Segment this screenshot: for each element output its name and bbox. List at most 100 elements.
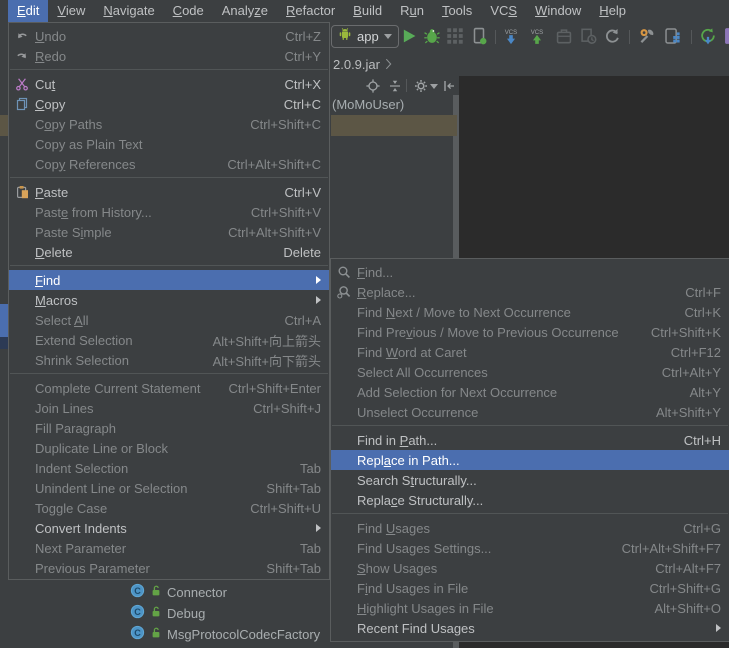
menubar-item-run[interactable]: Run (391, 0, 433, 22)
menu-item-find[interactable]: Find (9, 270, 329, 290)
menu-item-cut[interactable]: CutCtrl+X (9, 74, 329, 94)
menubar-item-build[interactable]: Build (344, 0, 391, 22)
menu-item-copy-as-plain-text[interactable]: Copy as Plain Text (9, 134, 329, 154)
menu-item-previous-parameter[interactable]: Previous ParameterShift+Tab (9, 558, 329, 578)
run-config-label: app (357, 29, 379, 44)
menu-icon-slot (335, 324, 353, 340)
menu-item-toggle-case[interactable]: Toggle CaseCtrl+Shift+U (9, 498, 329, 518)
history-button[interactable] (579, 27, 597, 45)
menu-item-join-lines[interactable]: Join LinesCtrl+Shift+J (9, 398, 329, 418)
menu-item-label: Unselect Occurrence (357, 405, 478, 420)
menu-item-undo[interactable]: UndoCtrl+Z (9, 26, 329, 46)
debug-button[interactable] (423, 27, 441, 45)
menu-item-label: Redo (35, 49, 66, 64)
tree-item-connector[interactable]: CConnector (130, 582, 320, 603)
menu-item-fill-paragraph[interactable]: Fill Paragraph (9, 418, 329, 438)
menu-item-search-structurally[interactable]: Search Structurally... (331, 470, 729, 490)
menu-item-shortcut: Shift+Tab (266, 561, 321, 576)
menu-item-find-usages-in-file[interactable]: Find Usages in FileCtrl+Shift+G (331, 578, 729, 598)
menu-item-macros[interactable]: Macros (9, 290, 329, 310)
menubar-item-vcs[interactable]: VCS (481, 0, 526, 22)
menu-item-extend-selection[interactable]: Extend SelectionAlt+Shift+向上箭头 (9, 330, 329, 350)
menu-item-find-next-move-to-next-occurrence[interactable]: Find Next / Move to Next OccurrenceCtrl+… (331, 302, 729, 322)
run-button[interactable] (400, 27, 418, 45)
menubar-item-window[interactable]: Window (526, 0, 590, 22)
menu-item-paste-from-history[interactable]: Paste from History...Ctrl+Shift+V (9, 202, 329, 222)
menu-item-copy-paths[interactable]: Copy PathsCtrl+Shift+C (9, 114, 329, 134)
breadcrumb[interactable]: 2.0.9.jar (333, 54, 392, 74)
menu-item-redo[interactable]: RedoCtrl+Y (9, 46, 329, 66)
project-tree: CConnectorCDebugCMsgProtocolCodecFactory (130, 582, 320, 645)
menubar-item-help[interactable]: Help (590, 0, 635, 22)
locate-target-icon[interactable] (366, 79, 380, 93)
avd-manager-button[interactable] (664, 27, 682, 45)
menu-icon-slot (335, 600, 353, 616)
menu-item-shrink-selection[interactable]: Shrink SelectionAlt+Shift+向下箭头 (9, 350, 329, 370)
menu-item-copy[interactable]: CopyCtrl+C (9, 94, 329, 114)
menu-item-copy-references[interactable]: Copy ReferencesCtrl+Alt+Shift+C (9, 154, 329, 174)
menu-item-delete[interactable]: DeleteDelete (9, 242, 329, 262)
menubar-item-analyze[interactable]: Analyze (213, 0, 277, 22)
tree-item-debug[interactable]: CDebug (130, 603, 320, 624)
menu-item-replace-structurally[interactable]: Replace Structurally... (331, 490, 729, 510)
menu-item-paste-simple[interactable]: Paste SimpleCtrl+Alt+Shift+V (9, 222, 329, 242)
menu-item-paste[interactable]: PasteCtrl+V (9, 182, 329, 202)
menu-item-label: Find Word at Caret (357, 345, 467, 360)
device-explorer-button[interactable] (721, 27, 729, 45)
cut-icon (13, 76, 31, 92)
gear-icon[interactable] (414, 79, 428, 93)
menu-item-indent-selection[interactable]: Indent SelectionTab (9, 458, 329, 478)
menu-item-select-all[interactable]: Select AllCtrl+A (9, 310, 329, 330)
menu-item-find-usages[interactable]: Find UsagesCtrl+G (331, 518, 729, 538)
menu-item-shortcut: Ctrl+Alt+Shift+F7 (622, 541, 721, 556)
hide-panel-icon[interactable] (442, 79, 456, 93)
menu-item-convert-indents[interactable]: Convert Indents (9, 518, 329, 538)
menu-item-find-in-path[interactable]: Find in Path...Ctrl+H (331, 430, 729, 450)
menu-item-find[interactable]: Find... (331, 262, 729, 282)
menu-item-replace[interactable]: Replace...Ctrl+F (331, 282, 729, 302)
menu-item-add-selection-for-next-occurrence[interactable]: Add Selection for Next OccurrenceAlt+Y (331, 382, 729, 402)
menu-item-replace-in-path[interactable]: Replace in Path... (331, 450, 729, 470)
menu-item-next-parameter[interactable]: Next ParameterTab (9, 538, 329, 558)
menu-item-label: Paste Simple (35, 225, 112, 240)
menu-item-find-previous-move-to-previous-occurrence[interactable]: Find Previous / Move to Previous Occurre… (331, 322, 729, 342)
menubar-item-tools[interactable]: Tools (433, 0, 481, 22)
menubar-item-view[interactable]: View (48, 0, 94, 22)
menu-item-recent-find-usages[interactable]: Recent Find Usages (331, 618, 729, 638)
sdk-manager-button[interactable] (638, 27, 656, 45)
breadcrumb-item[interactable]: 2.0.9.jar (333, 57, 380, 72)
menu-item-duplicate-line-or-block[interactable]: Duplicate Line or Block (9, 438, 329, 458)
menu-item-shortcut: Ctrl+Shift+K (651, 325, 721, 340)
menu-item-unindent-line-or-selection[interactable]: Unindent Line or SelectionShift+Tab (9, 478, 329, 498)
collapse-all-icon[interactable] (388, 79, 402, 93)
menu-item-complete-current-statement[interactable]: Complete Current StatementCtrl+Shift+Ent… (9, 378, 329, 398)
class-icon: C (130, 604, 145, 624)
menubar-item-edit[interactable]: Edit (8, 0, 48, 22)
menu-item-show-usages[interactable]: Show UsagesCtrl+Alt+F7 (331, 558, 729, 578)
menu-item-shortcut: Alt+Shift+Y (656, 405, 721, 420)
menubar-item-code[interactable]: Code (164, 0, 213, 22)
menu-icon-slot (335, 384, 353, 400)
menu-item-select-all-occurrences[interactable]: Select All OccurrencesCtrl+Alt+Y (331, 362, 729, 382)
attach-debugger-button[interactable] (470, 27, 488, 45)
menu-separator (10, 373, 328, 374)
menubar-item-navigate[interactable]: Navigate (94, 0, 163, 22)
menu-icon-slot (13, 560, 31, 576)
gear-dropdown-icon[interactable] (430, 84, 438, 89)
menubar-item-refactor[interactable]: Refactor (277, 0, 344, 22)
sync-button[interactable] (699, 27, 717, 45)
menu-item-highlight-usages-in-file[interactable]: Highlight Usages in FileAlt+Shift+O (331, 598, 729, 618)
tree-item-msgprotocolcodecfactory[interactable]: CMsgProtocolCodecFactory (130, 624, 320, 645)
coverage-button[interactable] (446, 27, 464, 45)
vcs-commit-button[interactable]: VCS (528, 27, 546, 45)
run-configuration-selector[interactable]: app (331, 25, 399, 48)
menu-item-unselect-occurrence[interactable]: Unselect Occurrence Alt+Shift+Y (331, 402, 729, 422)
menu-item-label: Macros (35, 293, 78, 308)
menu-item-shortcut: Ctrl+F (685, 285, 721, 300)
rollback-button[interactable] (603, 27, 621, 45)
project-tree-selected-row[interactable] (331, 115, 457, 136)
shelve-button[interactable] (555, 27, 573, 45)
vcs-update-button[interactable]: VCS (502, 27, 520, 45)
menu-item-find-word-at-caret[interactable]: Find Word at CaretCtrl+F12 (331, 342, 729, 362)
menu-item-find-usages-settings[interactable]: Find Usages Settings...Ctrl+Alt+Shift+F7 (331, 538, 729, 558)
